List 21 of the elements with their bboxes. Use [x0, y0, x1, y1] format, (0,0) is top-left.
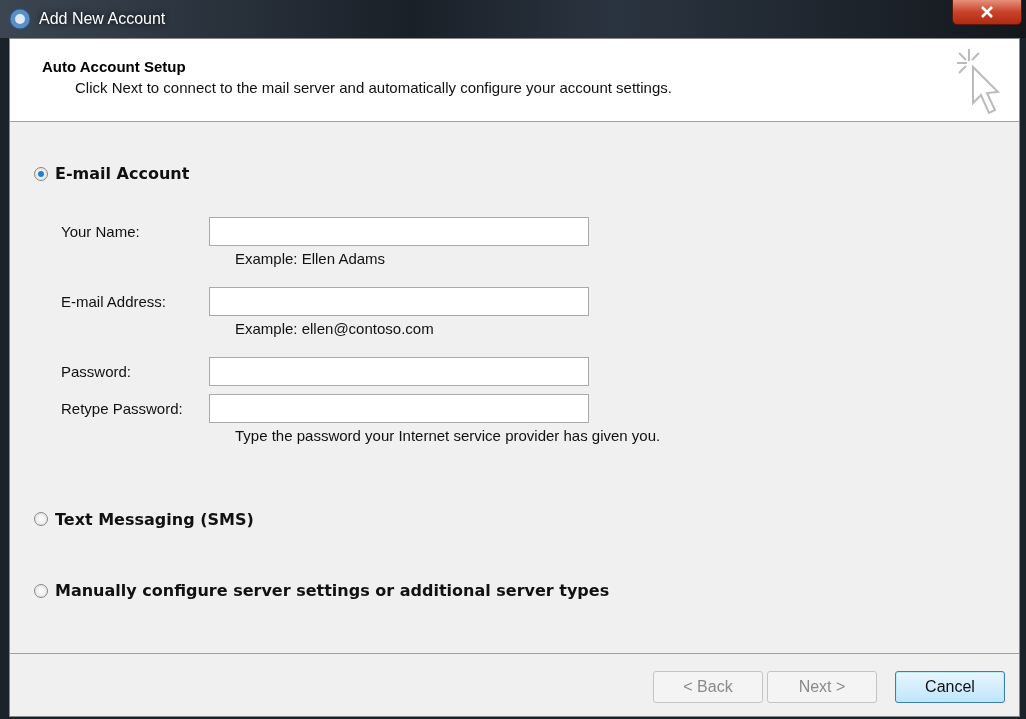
- close-icon: [980, 6, 994, 18]
- radio-option[interactable]: Manually configure server settings or additional server types: [34, 581, 610, 600]
- header-subtitle: Click Next to connect to the mail server and automatically configure your account settings.: [74, 78, 672, 96]
- input-field[interactable]: [209, 393, 589, 423]
- field-label: E-mail Address:: [61, 292, 168, 310]
- dialog-button[interactable]: Cancel: [895, 670, 1005, 703]
- field-hint: Type the password your Internet service provider has given you.: [234, 426, 661, 446]
- field-label: Your Name:: [61, 222, 141, 240]
- app-icon: [9, 8, 31, 30]
- field-hint: Example: Ellen Adams: [234, 249, 386, 269]
- field-label: Password:: [61, 362, 133, 380]
- close-button[interactable]: [952, 0, 1022, 25]
- window-title: Add New Account: [39, 10, 167, 28]
- radio-option[interactable]: E-mail Account: [34, 164, 190, 183]
- input-field[interactable]: [209, 286, 589, 316]
- input-field[interactable]: [209, 356, 589, 386]
- input-field[interactable]: [209, 216, 589, 246]
- header-title: Auto Account Setup: [42, 58, 187, 75]
- radio-option[interactable]: Text Messaging (SMS): [34, 509, 254, 529]
- field-label: Retype Password:: [61, 399, 184, 417]
- field-hint: Example: ellen@contoso.com: [234, 319, 434, 339]
